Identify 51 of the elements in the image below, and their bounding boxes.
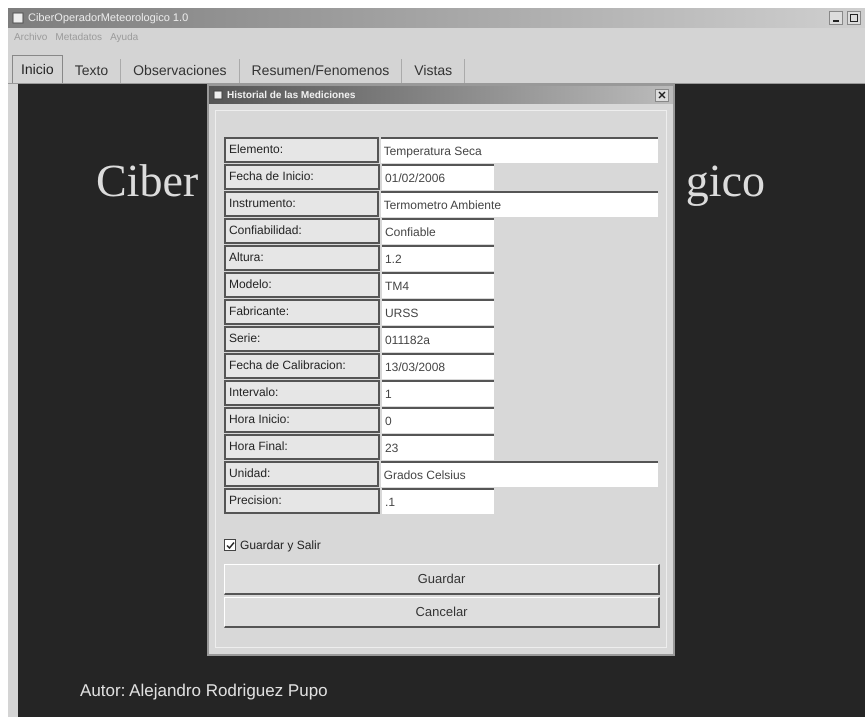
input-field[interactable]: 23 bbox=[382, 434, 494, 460]
field-label: Instrumento: bbox=[224, 191, 379, 217]
dialog-title: Historial de las Mediciones bbox=[227, 88, 356, 102]
tab[interactable]: Vistas bbox=[402, 59, 466, 83]
input-field[interactable]: Termometro Ambiente bbox=[380, 191, 658, 217]
input-field[interactable]: .1 bbox=[382, 488, 494, 514]
input-field[interactable]: 1.2 bbox=[382, 245, 494, 271]
input-field[interactable]: TM4 bbox=[382, 272, 494, 298]
field-label: Intervalo: bbox=[224, 380, 380, 406]
input-field[interactable]: 0 bbox=[382, 407, 494, 433]
tab[interactable]: Resumen/Fenomenos bbox=[240, 59, 402, 83]
field-label: Modelo: bbox=[224, 272, 380, 298]
input-field[interactable]: 13/03/2008 bbox=[382, 353, 494, 379]
heading-text: Ciber bbox=[96, 154, 198, 208]
input-field[interactable]: 1 bbox=[382, 380, 494, 406]
minimize-icon bbox=[833, 20, 839, 22]
close-button[interactable] bbox=[655, 88, 669, 102]
app-icon bbox=[12, 12, 24, 24]
check-icon bbox=[226, 540, 234, 550]
checkbox-label: Guardar y Salir bbox=[240, 537, 321, 554]
field-label: Fecha de Calibracion: bbox=[224, 353, 380, 379]
maximize-button[interactable] bbox=[847, 11, 861, 25]
minimize-button[interactable] bbox=[829, 11, 843, 25]
close-icon bbox=[658, 91, 666, 99]
dialog-button[interactable]: Cancelar bbox=[224, 597, 660, 628]
field-label: Unidad: bbox=[224, 461, 379, 487]
input-field[interactable]: Confiable bbox=[382, 218, 494, 244]
input-field[interactable]: 011182a bbox=[382, 326, 494, 352]
field-label: Hora Inicio: bbox=[224, 407, 380, 433]
field-label: Serie: bbox=[224, 326, 380, 352]
field-label: Precision: bbox=[224, 488, 380, 514]
field-label: Confiabilidad: bbox=[224, 218, 380, 244]
input-field[interactable]: Grados Celsius bbox=[380, 461, 658, 487]
input-field[interactable]: 01/02/2006 bbox=[382, 164, 494, 190]
field-label: Hora Final: bbox=[224, 434, 380, 460]
field-label: Elemento: bbox=[224, 137, 379, 163]
input-field[interactable]: Temperatura Seca bbox=[380, 137, 658, 163]
input-field[interactable]: URSS bbox=[382, 299, 494, 325]
tab[interactable]: Texto bbox=[62, 59, 122, 83]
author-text: Autor: Alejandro Rodriguez Pupo bbox=[80, 680, 329, 702]
tab[interactable]: Inicio bbox=[12, 55, 63, 83]
tab[interactable]: Observaciones bbox=[121, 59, 240, 83]
window-title: CiberOperadorMeteorologico 1.0 bbox=[28, 10, 188, 26]
field-label: Fabricante: bbox=[224, 299, 380, 325]
field-label: Altura: bbox=[224, 245, 380, 271]
maximize-icon bbox=[848, 12, 860, 24]
dialog-icon bbox=[213, 90, 223, 100]
dialog-button[interactable]: Guardar bbox=[224, 564, 660, 595]
checkbox[interactable] bbox=[224, 539, 236, 551]
field-label: Fecha de Inicio: bbox=[224, 164, 380, 190]
heading-text: gico bbox=[686, 154, 765, 208]
